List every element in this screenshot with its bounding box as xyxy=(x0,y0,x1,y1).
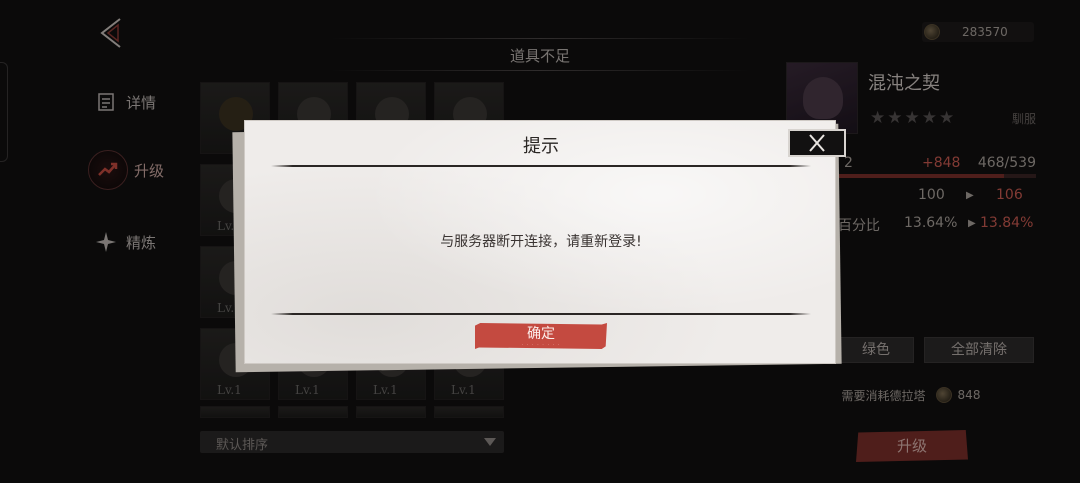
confirm-label: 确定 xyxy=(527,326,555,342)
dialog-message: 与服务器断开连接，请重新登录! xyxy=(440,234,642,250)
alert-dialog: 提示 与服务器断开连接，请重新登录! 确定 · · · · · · · · xyxy=(244,120,836,364)
confirm-button[interactable]: 确定 · · · · · · · · xyxy=(475,323,607,349)
confirm-decoration: · · · · · · · · xyxy=(521,342,561,348)
dialog-title: 提示 xyxy=(523,136,559,157)
dialog-bottom-rule xyxy=(271,313,811,315)
game-screen: 详情 升级 精炼 道具不足 283570 Lv.1 Lv.1 Lv.1 Lv.1… xyxy=(0,0,1080,483)
close-icon xyxy=(809,134,825,152)
close-button[interactable] xyxy=(788,129,846,157)
dialog-top-rule xyxy=(271,165,811,167)
